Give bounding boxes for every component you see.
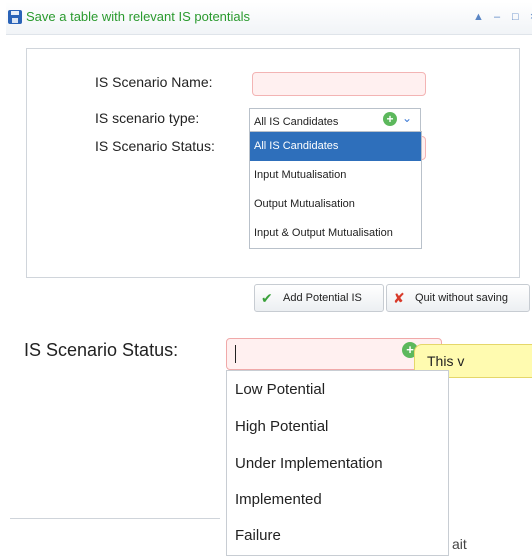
scenario-status-label: IS Scenario Status: xyxy=(24,340,179,360)
quit-without-saving-button[interactable]: ✘ Quit without saving xyxy=(386,284,530,312)
add-potential-is-button[interactable]: ✔ Add Potential IS xyxy=(254,284,384,312)
scenario-type-selected-value: All IS Candidates xyxy=(254,116,339,128)
dialog-title: Save a table with relevant IS potentials xyxy=(26,9,251,24)
save-icon xyxy=(8,10,22,24)
scenario-status-label: IS Scenario Status: xyxy=(95,138,215,154)
dropdown-option[interactable]: Low Potential xyxy=(227,371,448,407)
scenario-status-dropdown: Low Potential High Potential Under Imple… xyxy=(226,370,449,556)
scenario-name-input[interactable] xyxy=(252,72,426,96)
cross-icon: ✘ xyxy=(393,290,405,306)
scenario-type-select[interactable]: All IS Candidates + ⌄ xyxy=(249,108,421,132)
scenario-type-dropdown: All IS Candidates Input Mutualisation Ou… xyxy=(249,131,422,249)
dropdown-option[interactable]: Failure xyxy=(227,517,448,553)
save-table-dialog: Save a table with relevant IS potentials… xyxy=(0,0,532,318)
scenario-type-label: IS scenario type: xyxy=(95,110,200,126)
scenario-name-label: IS Scenario Name: xyxy=(95,74,213,90)
dropdown-option[interactable]: High Potential xyxy=(227,408,448,444)
status-dropdown-zoom: IS Scenario Status: + This v Low Potenti… xyxy=(0,318,532,556)
chevron-down-icon[interactable]: ⌄ xyxy=(402,111,416,125)
dialog-titlebar: Save a table with relevant IS potentials… xyxy=(6,2,532,35)
dropdown-option[interactable]: Input & Output Mutualisation xyxy=(250,219,421,248)
minimize-icon[interactable]: – xyxy=(494,10,500,24)
maximize-icon[interactable]: □ xyxy=(512,10,519,24)
add-icon[interactable]: + xyxy=(383,112,397,126)
dropdown-option[interactable]: Input Mutualisation xyxy=(250,161,421,190)
dropdown-option[interactable]: All IS Candidates xyxy=(250,132,421,161)
collapse-icon[interactable]: ▲ xyxy=(473,10,484,24)
checkmark-icon: ✔ xyxy=(261,290,273,306)
divider xyxy=(10,518,220,519)
text-cursor xyxy=(235,345,236,363)
dropdown-option[interactable]: Implemented xyxy=(227,481,448,517)
dropdown-option[interactable]: Under Implementation xyxy=(227,445,448,481)
dropdown-option[interactable]: Output Mutualisation xyxy=(250,190,421,219)
